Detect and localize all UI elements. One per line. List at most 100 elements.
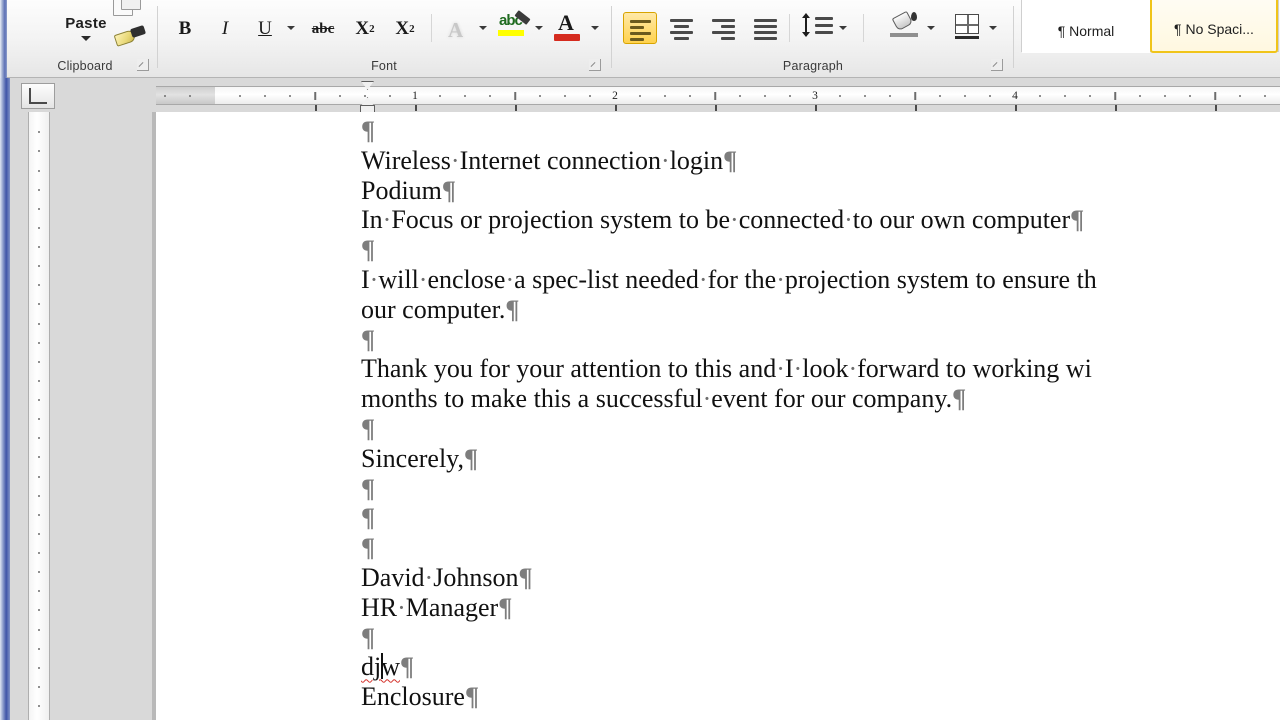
- borders-icon[interactable]: [953, 12, 983, 42]
- document-line[interactable]: Sincerely,¶: [361, 444, 1280, 474]
- ruler-tick-h: [714, 91, 716, 100]
- line-text: HR·Manager: [361, 592, 499, 622]
- italic-button[interactable]: I: [209, 14, 241, 44]
- align-left-button[interactable]: [623, 12, 657, 44]
- ruler-tick-v: [38, 571, 40, 574]
- tab-stop[interactable]: [815, 105, 817, 111]
- ruler-tick-h: [1039, 94, 1041, 97]
- paste-label: Paste: [65, 15, 107, 32]
- shading-dropdown-icon[interactable]: [927, 26, 935, 30]
- space-mark: ·: [418, 264, 428, 294]
- style-item-no-spacing[interactable]: AaBbCcI ¶ No Spaci...: [1150, 0, 1278, 53]
- document-line[interactable]: ¶: [361, 414, 1280, 444]
- tab-stop[interactable]: [415, 105, 417, 111]
- paste-dropdown-icon[interactable]: [81, 36, 91, 41]
- document-line[interactable]: ¶: [361, 325, 1280, 355]
- justify-button[interactable]: [749, 12, 783, 44]
- tab-stop[interactable]: [515, 105, 517, 111]
- text-effects-icon[interactable]: A: [441, 14, 475, 44]
- ruler-tick-h: [939, 94, 941, 97]
- document-line[interactable]: David·Johnson¶: [361, 563, 1280, 593]
- document-line[interactable]: ¶: [361, 623, 1280, 653]
- ruler-tick-h: [889, 94, 891, 97]
- tab-stop[interactable]: [615, 105, 617, 111]
- copy-icon[interactable]: [113, 0, 145, 22]
- document-line[interactable]: Enclosure¶: [361, 682, 1280, 712]
- ruler-tick-v: [38, 131, 40, 134]
- tab-selector-button[interactable]: [21, 83, 55, 109]
- superscript-button[interactable]: X2: [389, 14, 421, 44]
- paragraph-mark: ¶: [505, 294, 520, 324]
- style-item-normal[interactable]: AaBbCcI ¶ Normal: [1022, 0, 1150, 53]
- ruler-tick-h: [664, 94, 666, 97]
- document-line[interactable]: djw¶: [361, 652, 1280, 682]
- font-dialog-launcher[interactable]: [589, 59, 601, 71]
- paragraph-mark: ¶: [361, 324, 376, 354]
- space-mark: ·: [661, 145, 670, 175]
- tab-stop[interactable]: [315, 105, 317, 111]
- ruler-tick-h: [689, 94, 691, 97]
- ruler-number-h: 2: [612, 89, 618, 102]
- clipboard-dialog-launcher[interactable]: [137, 59, 149, 71]
- shading-icon[interactable]: [889, 10, 923, 44]
- document-line[interactable]: In·Focus or projection system to be·conn…: [361, 205, 1280, 235]
- bold-button[interactable]: B: [169, 14, 201, 44]
- underline-button[interactable]: U: [249, 14, 281, 44]
- paragraph-group-label: Paragraph: [782, 59, 844, 73]
- paragraph-mark: ¶: [518, 562, 533, 592]
- align-center-button[interactable]: [665, 12, 699, 44]
- document-line[interactable]: HR·Manager¶: [361, 593, 1280, 623]
- paragraph-dialog-launcher[interactable]: [991, 59, 1003, 71]
- document-line[interactable]: ¶: [361, 533, 1280, 563]
- underline-dropdown-icon[interactable]: [287, 26, 295, 30]
- document-line[interactable]: Wireless·Internet connection·login¶: [361, 146, 1280, 176]
- ruler-tick-h: [464, 94, 466, 97]
- font-color-icon[interactable]: A: [553, 10, 587, 46]
- subscript-button[interactable]: X2: [349, 14, 381, 44]
- line-text: our computer.: [361, 294, 506, 324]
- tab-stop[interactable]: [1115, 105, 1117, 111]
- highlight-dropdown-icon[interactable]: [535, 26, 543, 30]
- text-highlight-color-icon[interactable]: abc: [497, 10, 533, 46]
- ruler-tick-v: [38, 705, 40, 707]
- borders-dropdown-icon[interactable]: [989, 26, 997, 30]
- document-line[interactable]: ¶: [361, 474, 1280, 504]
- tab-stop[interactable]: [1015, 105, 1017, 111]
- line-spacing-dropdown-icon[interactable]: [839, 26, 847, 30]
- tab-stop[interactable]: [715, 105, 717, 111]
- document-text-body[interactable]: ¶ Wireless·Internet connection·login¶ Podi…: [361, 116, 1280, 712]
- group-divider: [157, 6, 158, 68]
- ruler-tick-h: [964, 94, 966, 97]
- line-text: Wireless·Internet connection·login: [361, 145, 724, 175]
- ruler-tick-h: [1064, 94, 1066, 97]
- line-text: Podium: [361, 175, 442, 205]
- document-line[interactable]: ¶: [361, 503, 1280, 533]
- document-line[interactable]: ¶: [361, 235, 1280, 265]
- ruler-tick-h: [639, 94, 641, 97]
- vertical-ruler[interactable]: [28, 112, 50, 720]
- strikethrough-button[interactable]: abc: [307, 14, 339, 44]
- document-line[interactable]: Podium¶: [361, 176, 1280, 206]
- ruler-tick-h: [1089, 94, 1091, 97]
- format-painter-icon[interactable]: [113, 25, 147, 50]
- ribbon: Paste Clipboard B I U abc X2 X2 A abc A …: [7, 0, 1280, 78]
- ruler-tick-h: [239, 94, 241, 97]
- line-text: months to make this a successful·event f…: [361, 384, 953, 414]
- document-line[interactable]: our computer.¶: [361, 295, 1280, 325]
- text-effects-dropdown-icon[interactable]: [479, 26, 487, 30]
- document-page[interactable]: ¶ Wireless·Internet connection·login¶ Podi…: [156, 112, 1280, 720]
- document-line[interactable]: Thank you for your attention to this and…: [361, 354, 1280, 384]
- tab-stop[interactable]: [1215, 105, 1217, 111]
- align-right-button[interactable]: [707, 12, 741, 44]
- paste-button[interactable]: Paste: [49, 0, 123, 46]
- document-line[interactable]: months to make this a successful·event f…: [361, 384, 1280, 414]
- document-line[interactable]: I·will·enclose·a spec-list needed·for th…: [361, 265, 1280, 295]
- horizontal-ruler[interactable]: 1 2 3 4: [156, 86, 1280, 105]
- ruler-tick-v: [38, 513, 40, 516]
- misspelled-word: djw: [361, 652, 400, 682]
- font-color-dropdown-icon[interactable]: [591, 26, 599, 30]
- tab-stop[interactable]: [915, 105, 917, 111]
- document-line[interactable]: ¶: [361, 116, 1280, 146]
- ruler-tick-h: [589, 94, 591, 97]
- line-spacing-icon[interactable]: [802, 12, 837, 44]
